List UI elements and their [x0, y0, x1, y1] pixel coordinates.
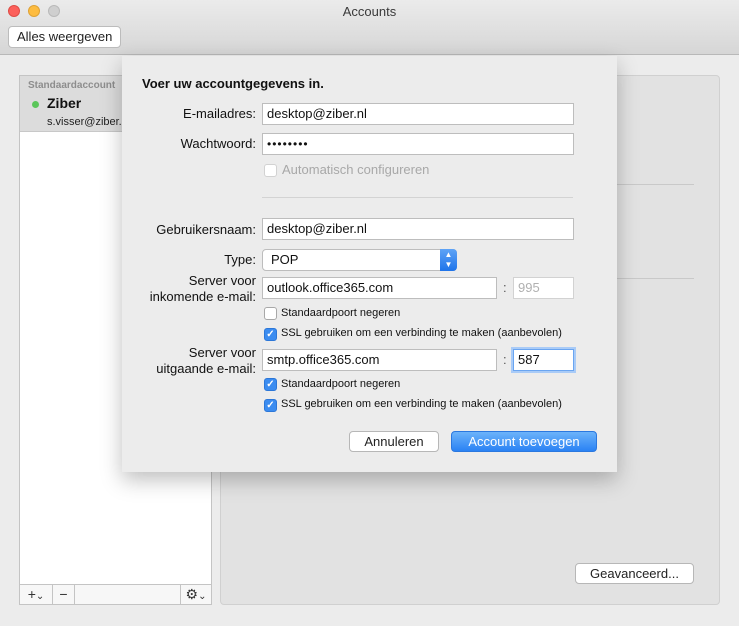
auto-config-checkbox[interactable]: [264, 164, 277, 177]
chevron-down-icon: ⌄: [35, 591, 45, 602]
title-bar: Accounts Alles weergeven: [0, 0, 739, 55]
cancel-button[interactable]: Annuleren: [349, 431, 439, 452]
password-field[interactable]: ••••••••: [262, 133, 574, 155]
remove-account-button[interactable]: −: [53, 585, 75, 604]
email-label: E-mailadres:: [183, 106, 256, 121]
username-field[interactable]: desktop@ziber.nl: [262, 218, 574, 240]
auto-config-label: Automatisch configureren: [282, 162, 430, 177]
type-label: Type:: [224, 252, 256, 267]
incoming-override-port-label: Standaardpoort negeren: [281, 307, 401, 319]
window-title: Accounts: [342, 4, 397, 19]
status-online-icon: [32, 101, 39, 108]
outgoing-ssl-label: SSL gebruiken om een verbinding te maken…: [281, 398, 562, 410]
incoming-server-label: Server voor inkomende e-mail:: [149, 273, 256, 304]
advanced-button[interactable]: Geavanceerd...: [575, 563, 694, 584]
account-email: s.visser@ziber.nl: [47, 116, 131, 128]
sheet-title: Voer uw accountgegevens in.: [142, 76, 324, 91]
outgoing-override-port-checkbox[interactable]: ✓: [264, 378, 277, 391]
select-arrows-icon: ▲ ▼: [440, 249, 457, 271]
divider: [617, 184, 694, 185]
username-label: Gebruikersnaam:: [156, 222, 256, 237]
outgoing-override-port-label: Standaardpoort negeren: [281, 378, 401, 390]
incoming-ssl-label: SSL gebruiken om een verbinding te maken…: [281, 327, 562, 339]
outgoing-server-field[interactable]: smtp.office365.com: [262, 349, 497, 371]
gear-icon: ⚙: [185, 586, 199, 602]
incoming-server-field[interactable]: outlook.office365.com: [262, 277, 497, 299]
outgoing-port-field[interactable]: 587: [513, 349, 574, 371]
chevron-down-icon: ⌄: [198, 591, 207, 602]
show-all-button[interactable]: Alles weergeven: [8, 26, 122, 48]
outgoing-server-label: Server voor uitgaande e-mail:: [156, 345, 256, 376]
port-separator: :: [503, 280, 507, 295]
port-separator: :: [503, 352, 507, 367]
email-field[interactable]: desktop@ziber.nl: [262, 103, 574, 125]
incoming-ssl-checkbox[interactable]: ✓: [264, 328, 277, 341]
add-account-submit-button[interactable]: Account toevoegen: [451, 431, 597, 452]
incoming-port-field[interactable]: 995: [513, 277, 574, 299]
account-list-toolbar: +⌄ − ⚙⌄: [20, 584, 211, 604]
account-setup-sheet: Voer uw accountgegevens in. E-mailadres:…: [122, 56, 617, 472]
account-type-select[interactable]: POP ▲ ▼: [262, 249, 457, 271]
password-label: Wachtwoord:: [180, 136, 256, 151]
account-name: Ziber: [47, 95, 82, 111]
plus-icon: +: [27, 586, 36, 602]
incoming-override-port-checkbox[interactable]: [264, 307, 277, 320]
divider: [617, 278, 694, 279]
account-type-value: POP: [271, 252, 299, 267]
add-account-button[interactable]: +⌄: [20, 585, 53, 604]
section-divider: [262, 197, 573, 198]
account-group-label: Standaardaccount: [28, 80, 116, 91]
outgoing-ssl-checkbox[interactable]: ✓: [264, 399, 277, 412]
account-actions-menu-button[interactable]: ⚙⌄: [180, 585, 211, 604]
